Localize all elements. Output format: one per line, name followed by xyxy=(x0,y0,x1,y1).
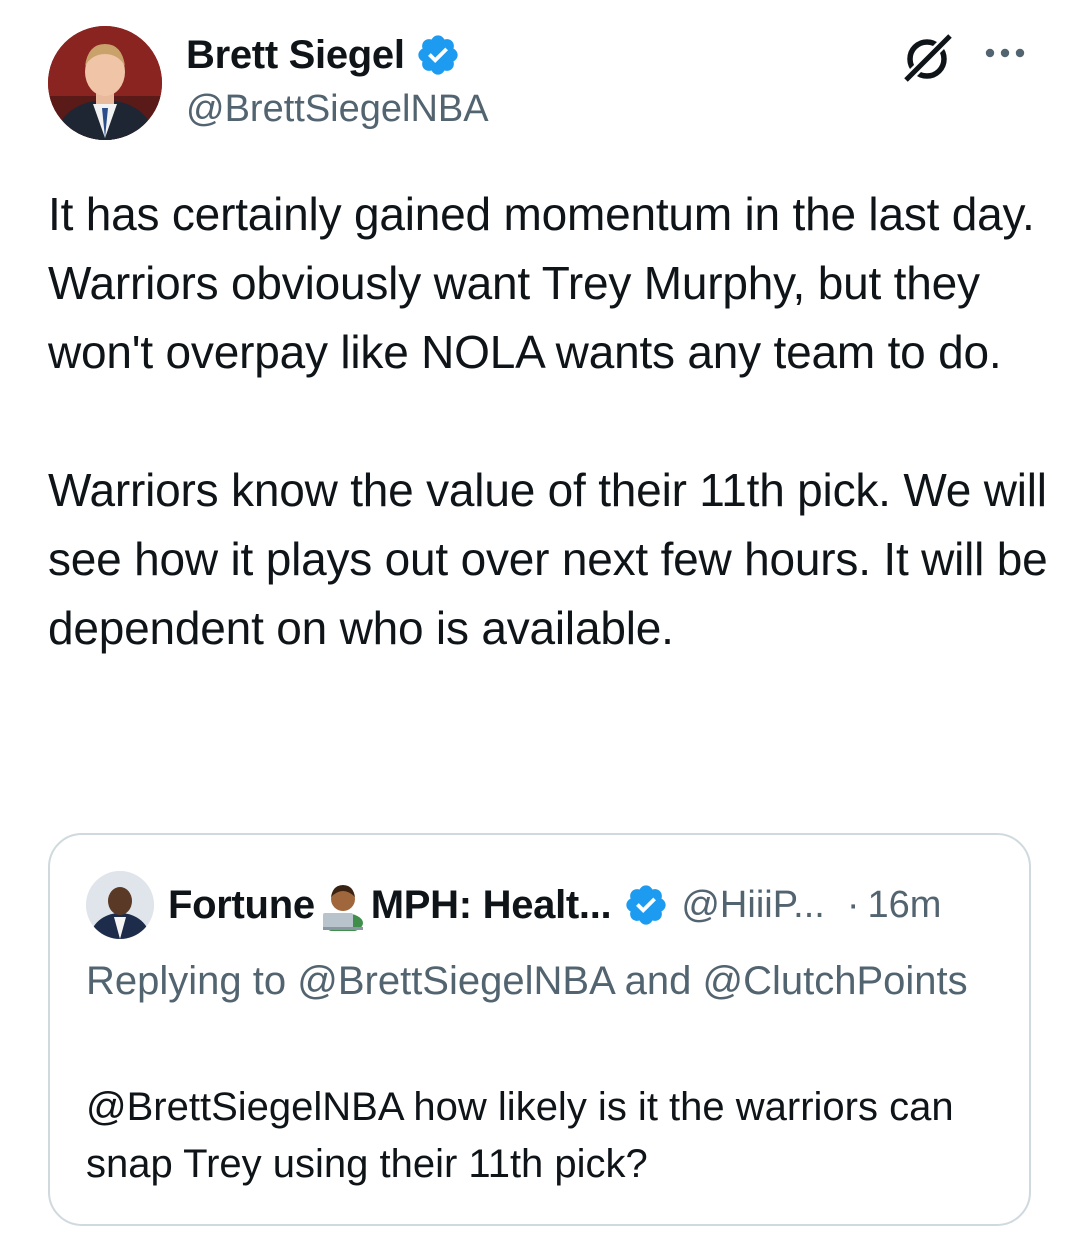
quoted-replying-to: Replying to @BrettSiegelNBA and @ClutchP… xyxy=(86,959,968,1003)
quoted-tweet[interactable]: Fortune MPH: Healt... @HiiiP... · 16m Re… xyxy=(48,833,1031,1226)
quoted-header: Fortune MPH: Healt... @HiiiP... · 16m xyxy=(168,879,1008,931)
quoted-profile-photo xyxy=(86,871,154,939)
quoted-name-part-1[interactable]: Fortune xyxy=(168,883,315,928)
author-name-row[interactable]: Brett Siegel xyxy=(186,30,461,80)
profile-photo xyxy=(48,26,162,140)
more-options-icon[interactable] xyxy=(980,38,1030,68)
verified-badge-icon xyxy=(418,35,458,75)
author-name[interactable]: Brett Siegel xyxy=(186,33,405,78)
grok-icon[interactable] xyxy=(898,28,956,86)
tweet-text: It has certainly gained momentum in the … xyxy=(48,180,1048,663)
quoted-text: @BrettSiegelNBA how likely is it the war… xyxy=(86,1085,954,1186)
quoted-handle[interactable]: @HiiiP... xyxy=(681,884,824,927)
quoted-timestamp[interactable]: 16m xyxy=(867,884,941,927)
quoted-name-part-2[interactable]: MPH: Healt... xyxy=(371,883,612,928)
avatar[interactable] xyxy=(48,26,162,140)
quoted-avatar[interactable] xyxy=(86,871,154,939)
quoted-verified-badge-icon xyxy=(626,885,667,925)
tweet-paragraph-2: Warriors know the value of their 11th pi… xyxy=(48,464,1048,654)
tweet-paragraph-1: It has certainly gained momentum in the … xyxy=(48,188,1035,378)
technologist-emoji-icon xyxy=(322,885,363,931)
author-handle[interactable]: @BrettSiegelNBA xyxy=(186,88,489,131)
tweet-card: Brett Siegel @BrettSiegelNBA It has cert… xyxy=(0,0,1080,1234)
quoted-separator: · xyxy=(846,883,860,926)
